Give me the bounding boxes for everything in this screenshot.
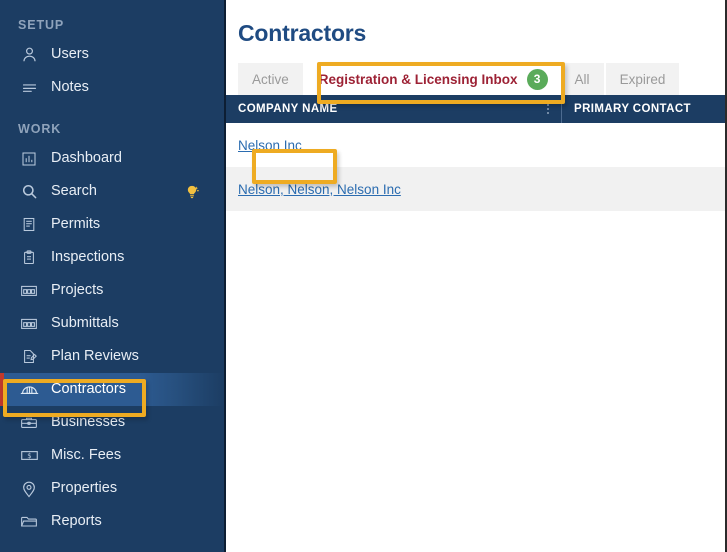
tab-label: Active (252, 71, 289, 87)
sidebar-item-permits[interactable]: Permits (0, 208, 224, 241)
tab-expired[interactable]: Expired (605, 63, 682, 95)
sidebar-item-search[interactable]: Search (0, 175, 224, 208)
column-header-primary-contact[interactable]: PRIMARY CONTACT (561, 95, 725, 123)
sidebar-item-users[interactable]: Users (0, 38, 224, 71)
tab-label: Expired (619, 71, 666, 87)
sidebar-section-label-work: WORK (18, 122, 62, 136)
company-name-link[interactable]: Nelson, Nelson, Nelson Inc (238, 182, 401, 197)
sidebar-item-label: Contractors (51, 381, 126, 398)
sidebar-item-label: Reports (51, 513, 102, 530)
column-header-label: COMPANY NAME (238, 103, 338, 115)
user-icon (18, 45, 40, 65)
map-pin-icon (18, 479, 40, 499)
briefcase-icon (18, 413, 40, 433)
sidebar-item-properties[interactable]: Properties (0, 472, 224, 505)
sidebar-item-label: Properties (51, 480, 118, 497)
tab-label: All (574, 71, 590, 87)
cell-primary-contact (561, 123, 725, 167)
sidebar-item-projects[interactable]: Projects (0, 274, 224, 307)
tab-label: Registration & Licensing Inbox (318, 71, 518, 87)
tab-active[interactable]: Active (238, 63, 305, 95)
plan-review-icon (18, 347, 40, 367)
sidebar-item-notes[interactable]: Notes (0, 71, 224, 104)
sidebar-item-reports[interactable]: Reports (0, 505, 224, 538)
app-window: SETUP Users Notes WORK Dashboard Search … (0, 0, 727, 552)
tab-all[interactable]: All (560, 63, 606, 95)
notes-icon (18, 78, 40, 98)
folder-icon (18, 512, 40, 532)
sidebar-section-label-setup: SETUP (18, 18, 65, 32)
sidebar-item-label: Dashboard (51, 150, 122, 167)
dashboard-icon (18, 149, 40, 169)
tab-registration-licensing-inbox[interactable]: Registration & Licensing Inbox 3 (304, 63, 561, 95)
sidebar-item-businesses[interactable]: Businesses (0, 406, 224, 439)
submittals-icon (18, 314, 40, 334)
column-menu-icon[interactable] (547, 104, 549, 114)
table-header-row: COMPANY NAME PRIMARY CONTACT (226, 95, 725, 123)
sidebar-item-label: Submittals (51, 315, 119, 332)
tab-count-badge: 3 (526, 68, 548, 90)
sidebar-item-submittals[interactable]: Submittals (0, 307, 224, 340)
main-content: Contractors Active Registration & Licens… (226, 0, 725, 552)
lightbulb-icon[interactable] (184, 184, 200, 200)
sidebar-item-inspections[interactable]: Inspections (0, 241, 224, 274)
clipboard-icon (18, 248, 40, 268)
sidebar-item-label: Businesses (51, 414, 126, 431)
svg-text:$: $ (27, 452, 31, 460)
table-row[interactable]: Nelson, Nelson, Nelson Inc (226, 167, 725, 211)
company-name-link[interactable]: Nelson Inc (238, 138, 302, 153)
projects-icon (18, 281, 40, 301)
column-header-company-name[interactable]: COMPANY NAME (226, 95, 561, 123)
cell-company-name: Nelson Inc (226, 123, 561, 167)
sidebar-item-label: Search (51, 183, 97, 200)
sidebar-item-label: Notes (51, 79, 89, 96)
sidebar-item-label: Users (51, 46, 89, 63)
sidebar-item-label: Projects (51, 282, 104, 299)
permits-icon (18, 215, 40, 235)
sidebar-item-label: Misc. Fees (51, 447, 122, 464)
page-title: Contractors (238, 20, 367, 46)
sidebar-navigation: SETUP Users Notes WORK Dashboard Search … (0, 0, 226, 552)
sidebar-item-misc-fees[interactable]: $ Misc. Fees (0, 439, 224, 472)
money-icon: $ (18, 446, 40, 466)
column-header-label: PRIMARY CONTACT (574, 103, 691, 115)
contractors-table: COMPANY NAME PRIMARY CONTACT Nelson Inc … (226, 95, 725, 211)
sidebar-item-contractors[interactable]: Contractors (0, 373, 224, 406)
table-row[interactable]: Nelson Inc (226, 123, 725, 167)
sidebar-item-plan-reviews[interactable]: Plan Reviews (0, 340, 224, 373)
tab-bar: Active Registration & Licensing Inbox 3 … (226, 63, 725, 95)
cell-company-name: Nelson, Nelson, Nelson Inc (226, 167, 561, 211)
search-icon (18, 182, 40, 202)
hardhat-icon (18, 380, 40, 400)
cell-primary-contact (561, 167, 725, 211)
sidebar-item-label: Plan Reviews (51, 348, 139, 365)
sidebar-item-label: Inspections (51, 249, 125, 266)
sidebar-item-dashboard[interactable]: Dashboard (0, 142, 224, 175)
sidebar-item-label: Permits (51, 216, 101, 233)
